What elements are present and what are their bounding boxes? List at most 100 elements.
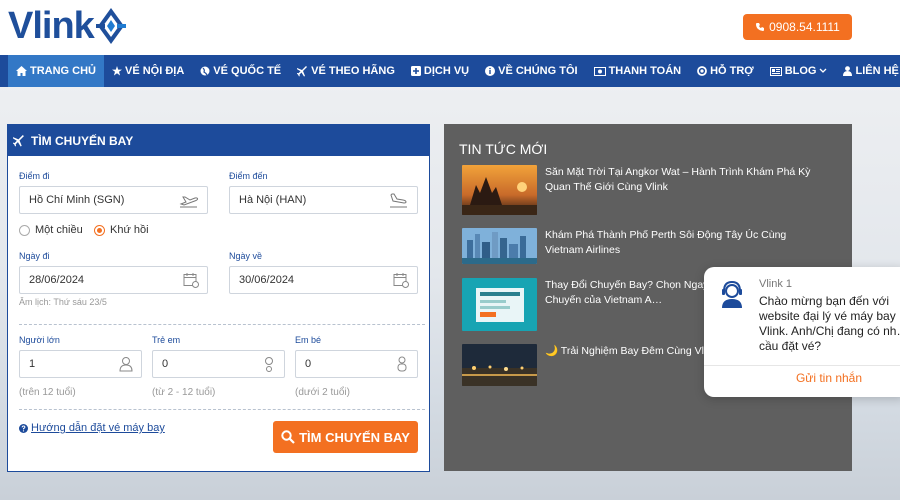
home-icon xyxy=(16,66,27,76)
to-label: Điểm đến xyxy=(229,171,268,181)
logo-diamond-icon xyxy=(95,8,126,44)
newspaper-icon xyxy=(769,66,782,76)
lunar-date-note: Âm lịch: Thứ sáu 23/5 xyxy=(19,297,107,307)
nav-label: THANH TOÁN xyxy=(608,65,682,77)
depart-label: Ngày đi xyxy=(19,251,50,261)
infant-count-field[interactable]: 0 xyxy=(295,350,418,378)
nav-ve-quoc-te[interactable]: VÉ QUỐC TẾ xyxy=(192,55,289,87)
nav-label: TRANG CHỦ xyxy=(30,65,96,77)
chat-welcome-message: Chào mừng bạn đến với website đại lý vé … xyxy=(759,294,900,353)
nav-trang-chu[interactable]: TRANG CHỦ xyxy=(8,55,104,87)
from-field[interactable]: Hồ Chí Minh (SGN) xyxy=(19,186,208,214)
nav-ve-noi-dia[interactable]: VÉ NỘI ĐỊA xyxy=(104,55,192,87)
news-thumbnail-perth xyxy=(462,228,537,264)
nav-label: VÉ QUỐC TẾ xyxy=(213,65,282,77)
child-icon xyxy=(265,357,273,372)
nav-label: VÉ THEO HÃNG xyxy=(311,65,395,77)
plus-square-icon xyxy=(410,66,421,76)
nav-lien-he[interactable]: LIÊN HỆ xyxy=(835,55,900,87)
adult-age-note: (trên 12 tuổi) xyxy=(19,387,76,398)
child-age-note: (từ 2 - 12 tuổi) xyxy=(152,387,216,398)
flight-search-title: TÌM CHUYẾN BAY xyxy=(31,133,134,148)
nav-label: VÉ NỘI ĐỊA xyxy=(125,65,185,77)
hotline-number: 0908.54.1111 xyxy=(769,20,840,34)
news-thumbnail-change-flight xyxy=(462,278,537,331)
chat-agent-name: Vlink 1 xyxy=(759,278,793,290)
nav-label: VỀ CHÚNG TÔI xyxy=(498,65,578,77)
adult-icon xyxy=(119,357,133,372)
child-count-field[interactable]: 0 xyxy=(152,350,285,378)
nav-ve-theo-hang[interactable]: VÉ THEO HÃNG xyxy=(289,55,403,87)
from-label: Điểm đi xyxy=(19,171,50,181)
nav-ve-chung-toi[interactable]: VỀ CHÚNG TÔI xyxy=(477,55,585,87)
from-value: Hồ Chí Minh (SGN) xyxy=(29,194,125,206)
question-circle-icon xyxy=(19,423,28,433)
search-flights-button[interactable]: TÌM CHUYẾN BAY xyxy=(273,421,418,453)
send-message-button[interactable]: Gửi tin nhắn xyxy=(704,371,900,385)
radio-dot-selected xyxy=(94,224,105,236)
calendar-icon xyxy=(393,273,409,288)
depart-date-field[interactable]: 28/06/2024 xyxy=(19,266,208,294)
main-nav: TRANG CHỦ VÉ NỘI ĐỊA VÉ QUỐC TẾ VÉ THEO … xyxy=(0,55,900,87)
lifebuoy-icon xyxy=(697,66,707,76)
takeoff-icon xyxy=(179,196,199,208)
infant-age-note: (dưới 2 tuổi) xyxy=(295,387,350,398)
news-headline: Săn Mặt Trời Tại Angkor Wat – Hành Trình… xyxy=(545,166,811,193)
divider xyxy=(704,365,900,366)
phone-icon xyxy=(756,23,765,31)
logo-text: Vlink xyxy=(8,4,95,47)
return-label: Ngày về xyxy=(229,251,263,261)
child-count-value: 0 xyxy=(162,358,169,370)
nav-label: HỖ TRỢ xyxy=(710,65,754,77)
nav-ho-tro[interactable]: HỖ TRỢ xyxy=(689,55,762,87)
to-value: Hà Nội (HAN) xyxy=(239,194,307,206)
news-title: TIN TỨC MỚI xyxy=(459,141,548,157)
flight-search-header: TÌM CHUYẾN BAY xyxy=(8,125,429,156)
nav-thanh-toan[interactable]: THANH TOÁN xyxy=(586,55,690,87)
nav-dich-vu[interactable]: DỊCH VỤ xyxy=(403,55,477,87)
money-icon xyxy=(593,66,606,76)
booking-guide-label: Hướng dẫn đặt vé máy bay xyxy=(31,422,165,434)
hotline-button[interactable]: 0908.54.1111 xyxy=(743,14,852,40)
news-item-perth[interactable]: Khám Phá Thành Phố Perth Sôi Động Tây Úc… xyxy=(462,228,825,264)
nav-label: LIÊN HỆ xyxy=(855,65,899,77)
trip-oneway-radio[interactable]: Một chiều xyxy=(19,224,83,236)
return-date-field[interactable]: 30/06/2024 xyxy=(229,266,418,294)
divider xyxy=(19,324,425,325)
to-field[interactable]: Hà Nội (HAN) xyxy=(229,186,418,214)
star-icon xyxy=(112,66,122,76)
vlink-logo[interactable]: Vlink xyxy=(8,4,126,48)
news-item-angkor[interactable]: Săn Mặt Trời Tại Angkor Wat – Hành Trình… xyxy=(462,165,825,215)
booking-guide-link[interactable]: Hướng dẫn đặt vé máy bay xyxy=(19,422,165,434)
radio-dot xyxy=(19,224,30,236)
support-agent-icon xyxy=(722,280,742,308)
calendar-icon xyxy=(183,273,199,288)
infant-count-value: 0 xyxy=(305,358,312,370)
plane-icon xyxy=(297,65,308,76)
header-bar: Vlink 0908.54.1111 xyxy=(0,0,900,55)
adult-count-value: 1 xyxy=(29,358,36,370)
trip-round-label: Khứ hồi xyxy=(110,224,149,236)
info-icon xyxy=(485,66,496,76)
globe-icon xyxy=(200,66,210,76)
news-headline: Khám Phá Thành Phố Perth Sôi Động Tây Úc… xyxy=(545,229,787,256)
adult-count-field[interactable]: 1 xyxy=(19,350,142,378)
user-icon xyxy=(843,66,853,76)
depart-date-value: 28/06/2024 xyxy=(29,274,85,286)
infant-label: Em bé xyxy=(295,335,322,345)
nav-label: DỊCH VỤ xyxy=(423,65,470,77)
trip-oneway-label: Một chiều xyxy=(35,224,83,236)
trip-round-radio[interactable]: Khứ hồi xyxy=(94,224,149,236)
search-flights-label: TÌM CHUYẾN BAY xyxy=(299,429,410,445)
search-icon xyxy=(281,430,295,444)
divider xyxy=(19,409,425,410)
chat-popup: Vlink 1 Chào mừng bạn đến với website đạ… xyxy=(704,267,900,397)
news-thumbnail-night-flight xyxy=(462,344,537,386)
landing-icon xyxy=(390,193,407,208)
infant-icon xyxy=(397,356,407,372)
flight-search-panel: TÌM CHUYẾN BAY Điểm đi Hồ Chí Minh (SGN)… xyxy=(7,124,430,472)
news-thumbnail-angkor xyxy=(462,165,537,215)
nav-blog[interactable]: BLOG xyxy=(762,55,836,87)
nav-label: BLOG xyxy=(784,65,817,77)
child-label: Trẻ em xyxy=(152,335,181,345)
